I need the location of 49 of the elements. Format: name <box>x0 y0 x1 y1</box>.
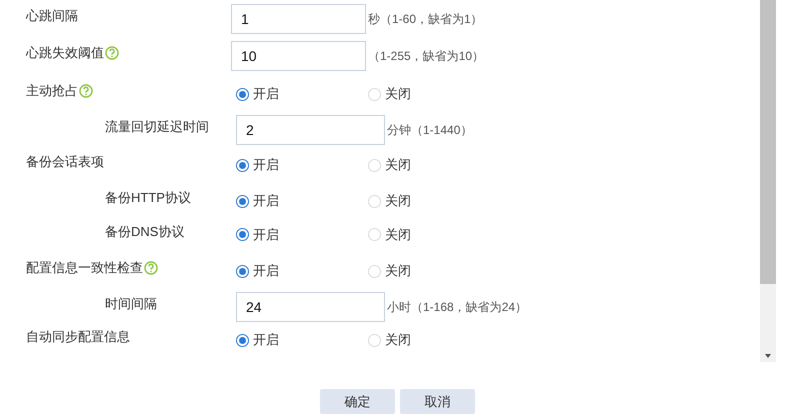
help-icon[interactable] <box>144 261 158 275</box>
field-label: 备份DNS协议 <box>105 222 184 241</box>
scrollbar[interactable] <box>760 0 776 362</box>
radio-option[interactable]: 关闭 <box>368 191 500 211</box>
field-label: 备份HTTP协议 <box>105 189 191 208</box>
range-hint: 小时（1-168，缺省为24） <box>387 299 528 316</box>
radio-option[interactable]: 关闭 <box>368 261 500 281</box>
radio-selected-icon <box>236 88 249 100</box>
radio-selected-icon <box>236 228 249 241</box>
radio-icon <box>368 264 381 278</box>
field-label: 时间间隔 <box>105 295 157 314</box>
help-icon[interactable] <box>105 46 119 60</box>
field-label: 心跳失效阈值 <box>26 44 104 62</box>
field-label: 心跳间隔 <box>26 6 78 25</box>
radio-option[interactable]: 开启 <box>236 84 368 104</box>
radio-option[interactable]: 关闭 <box>368 84 500 104</box>
text-field[interactable]: 2 <box>236 115 385 145</box>
field-label: 流量回切延迟时间 <box>105 118 209 136</box>
text-field[interactable]: 24 <box>236 292 385 322</box>
radio-option[interactable]: 关闭 <box>368 224 500 244</box>
field-label: 主动抢占 <box>26 82 78 100</box>
radio-icon <box>368 334 381 346</box>
field-label: 备份会话表项 <box>26 153 104 172</box>
radio-selected-icon <box>236 334 249 346</box>
radio-option[interactable]: 开启 <box>236 261 368 281</box>
cancel-button[interactable]: 取消 <box>400 389 475 414</box>
radio-option[interactable]: 开启 <box>236 330 368 350</box>
radio-option[interactable]: 开启 <box>236 191 368 211</box>
field-label: 配置信息一致性检查 <box>26 259 143 278</box>
confirm-button[interactable]: 确定 <box>320 389 395 414</box>
range-hint: 秒（1-60，缺省为1） <box>368 10 483 28</box>
radio-selected-icon <box>236 158 249 172</box>
range-hint: 分钟（1-1440） <box>387 122 472 139</box>
help-icon[interactable] <box>79 84 93 98</box>
radio-icon <box>368 228 381 241</box>
radio-selected-icon <box>236 264 249 278</box>
range-hint: （1-255，缺省为10） <box>368 48 484 64</box>
scrollbar-thumb[interactable] <box>760 0 776 284</box>
radio-option[interactable]: 开启 <box>236 155 368 175</box>
radio-icon <box>368 194 381 208</box>
radio-selected-icon <box>236 194 249 208</box>
radio-icon <box>368 158 381 172</box>
radio-icon <box>368 88 381 100</box>
text-field[interactable]: 1 <box>231 4 366 34</box>
radio-option[interactable]: 开启 <box>236 224 368 244</box>
text-field[interactable]: 10 <box>231 40 366 70</box>
field-label: 自动同步配置信息 <box>26 328 130 346</box>
radio-option[interactable]: 关闭 <box>368 155 500 175</box>
radio-option[interactable]: 关闭 <box>368 330 500 350</box>
